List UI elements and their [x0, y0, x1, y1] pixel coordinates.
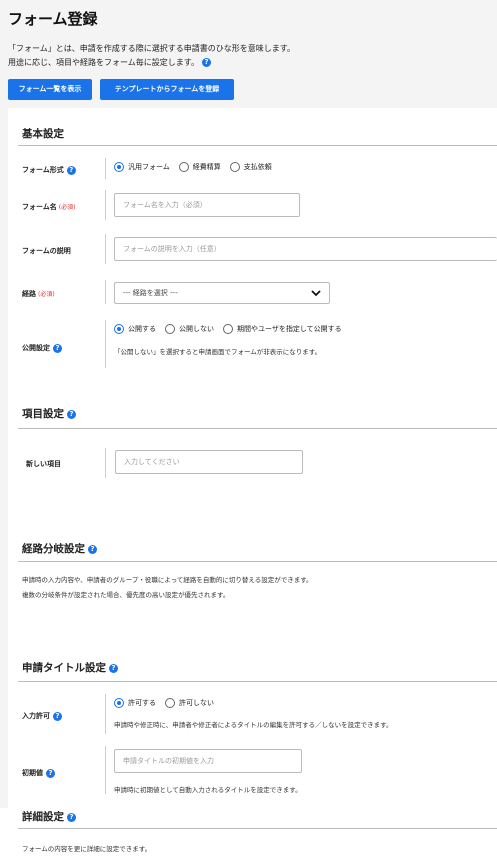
divider	[18, 561, 497, 562]
divider	[18, 145, 497, 146]
new-item-input[interactable]: 入力してください	[115, 450, 303, 474]
radio[interactable]	[165, 324, 175, 334]
option-label: 経費精算	[192, 163, 221, 171]
publish-label: 公開設定?	[22, 343, 62, 353]
vertical-divider	[105, 280, 106, 304]
register-from-template-button[interactable]: テンプレートからフォームを登録	[100, 79, 234, 100]
route-label: 経路 (必須)	[22, 289, 55, 299]
section-title-application-title: 申請タイトル設定?	[22, 660, 118, 675]
form-type-label-text: フォーム形式	[22, 166, 64, 174]
initial-value-note: 申請時に初期値として自動入力されるタイトルを設定できます。	[114, 786, 302, 794]
input-permission-option-allow[interactable]: 許可する	[114, 698, 156, 708]
section-title-items: 項目設定?	[22, 406, 76, 421]
route-select[interactable]: --- 経路を選択 ---	[114, 282, 330, 304]
vertical-divider	[105, 234, 106, 264]
vertical-divider	[105, 190, 106, 220]
chevron-down-icon	[311, 290, 321, 297]
divider	[18, 428, 497, 429]
divider	[18, 828, 497, 829]
help-icon[interactable]: ?	[67, 812, 76, 822]
vertical-divider	[105, 320, 106, 368]
required-marker: (必須)	[58, 204, 76, 211]
input-permission-label-text: 入力許可	[22, 712, 50, 720]
publish-radio-group: 公開する 公開しない 期間やユーザを指定して公開する	[114, 324, 351, 334]
initial-value-label-text: 初期値	[22, 769, 43, 777]
form-description-input[interactable]: フォームの説明を入力（任意）	[114, 237, 497, 261]
section-title-basic: 基本設定	[22, 128, 64, 140]
divider	[18, 681, 497, 682]
input-permission-option-deny[interactable]: 許可しない	[165, 698, 214, 708]
publish-note: 「公開しない」を選択すると申請画面でフォームが非表示になります。	[114, 348, 322, 356]
section-title-application-title-text: 申請タイトル設定	[22, 662, 106, 674]
form-type-label: フォーム形式?	[22, 165, 76, 175]
publish-option-private[interactable]: 公開しない	[165, 324, 214, 334]
radio[interactable]	[165, 698, 175, 708]
option-label: 公開しない	[179, 325, 214, 333]
vertical-divider	[105, 158, 106, 179]
input-permission-label: 入力許可?	[22, 711, 62, 721]
option-label: 許可する	[128, 699, 156, 707]
option-label: 汎用フォーム	[128, 163, 170, 171]
help-icon[interactable]: ?	[201, 58, 211, 67]
intro-line-2-text: 用途に応じ、項目や経路をフォーム毎に設定します。	[8, 58, 199, 67]
vertical-divider	[105, 448, 106, 478]
form-list-button[interactable]: フォーム一覧を表示	[8, 79, 92, 100]
route-label-text: 経路	[22, 290, 36, 298]
radio[interactable]	[229, 162, 240, 172]
form-type-radio-group: 汎用フォーム 経費精算 支払依頼	[114, 162, 281, 172]
form-name-label: フォーム名 (必須)	[22, 202, 75, 212]
page-header: フォーム登録 「フォーム」とは、申請を作成する際に選択する申請書のひな形を意味し…	[0, 0, 497, 108]
required-marker: (必須)	[38, 291, 55, 298]
vertical-divider	[105, 694, 106, 734]
detail-note: フォームの内容を更に詳細に設定できます。	[22, 845, 152, 853]
form-desc-label: フォームの説明	[22, 247, 71, 255]
section-title-detail: 詳細設定?	[22, 809, 76, 824]
initial-title-input[interactable]: 申請タイトルの初期値を入力	[114, 749, 302, 773]
help-icon[interactable]: ?	[53, 343, 62, 353]
branch-note-1: 申請時の入力内容や、申請者のグループ・役職によって経路を自動的に切り替える設定が…	[22, 576, 313, 584]
form-name-label-text: フォーム名	[22, 203, 57, 211]
radio[interactable]	[223, 324, 233, 334]
option-label: 支払依頼	[243, 163, 272, 171]
help-icon[interactable]: ?	[67, 409, 76, 419]
radio-selected[interactable]	[114, 324, 124, 334]
help-icon[interactable]: ?	[46, 768, 55, 778]
page-title: フォーム登録	[8, 10, 98, 28]
help-icon[interactable]: ?	[88, 544, 97, 554]
publish-option-scheduled[interactable]: 期間やユーザを指定して公開する	[223, 324, 342, 334]
help-icon[interactable]: ?	[66, 165, 76, 175]
route-select-value: --- 経路を選択 ---	[123, 289, 178, 297]
section-title-items-text: 項目設定	[22, 408, 64, 420]
option-label: 期間やユーザを指定して公開する	[237, 325, 342, 333]
radio-selected[interactable]	[114, 698, 124, 708]
intro-line-2: 用途に応じ、項目や経路をフォーム毎に設定します。?	[8, 57, 211, 68]
new-item-label: 新しい項目	[26, 460, 61, 468]
form-type-option-expense[interactable]: 経費精算	[178, 162, 221, 172]
form-name-input[interactable]: フォーム名を入力（必須）	[114, 193, 300, 217]
initial-value-label: 初期値?	[22, 768, 55, 778]
input-permission-note: 申請時や修正時に、申請者や修正者によるタイトルの編集を許可する／しないを設定でき…	[114, 721, 393, 729]
intro-line-1: 「フォーム」とは、申請を作成する際に選択する申請書のひな形を意味します。	[8, 44, 295, 53]
branch-note-2: 複数の分岐条件が設定された場合、優先度の高い設定が優先されます。	[22, 591, 230, 599]
section-title-branch-text: 経路分岐設定	[22, 543, 85, 555]
publish-label-text: 公開設定	[22, 344, 50, 352]
vertical-divider	[105, 746, 106, 794]
help-icon[interactable]: ?	[109, 663, 118, 673]
form-type-option-general[interactable]: 汎用フォーム	[114, 162, 170, 172]
section-title-detail-text: 詳細設定	[22, 811, 64, 823]
input-permission-radio-group: 許可する 許可しない	[114, 698, 223, 708]
radio-selected[interactable]	[114, 162, 124, 172]
form-type-option-payment[interactable]: 支払依頼	[229, 162, 272, 172]
side-edge	[0, 808, 8, 859]
radio[interactable]	[178, 162, 189, 172]
publish-option-public[interactable]: 公開する	[114, 324, 156, 334]
option-label: 許可しない	[179, 699, 214, 707]
section-title-branch: 経路分岐設定?	[22, 541, 97, 556]
settings-panel: 基本設定 フォーム形式? 汎用フォーム 経費精算 支払依頼 フォーム名 (必須) …	[8, 108, 497, 859]
help-icon[interactable]: ?	[53, 711, 62, 721]
option-label: 公開する	[128, 325, 156, 333]
